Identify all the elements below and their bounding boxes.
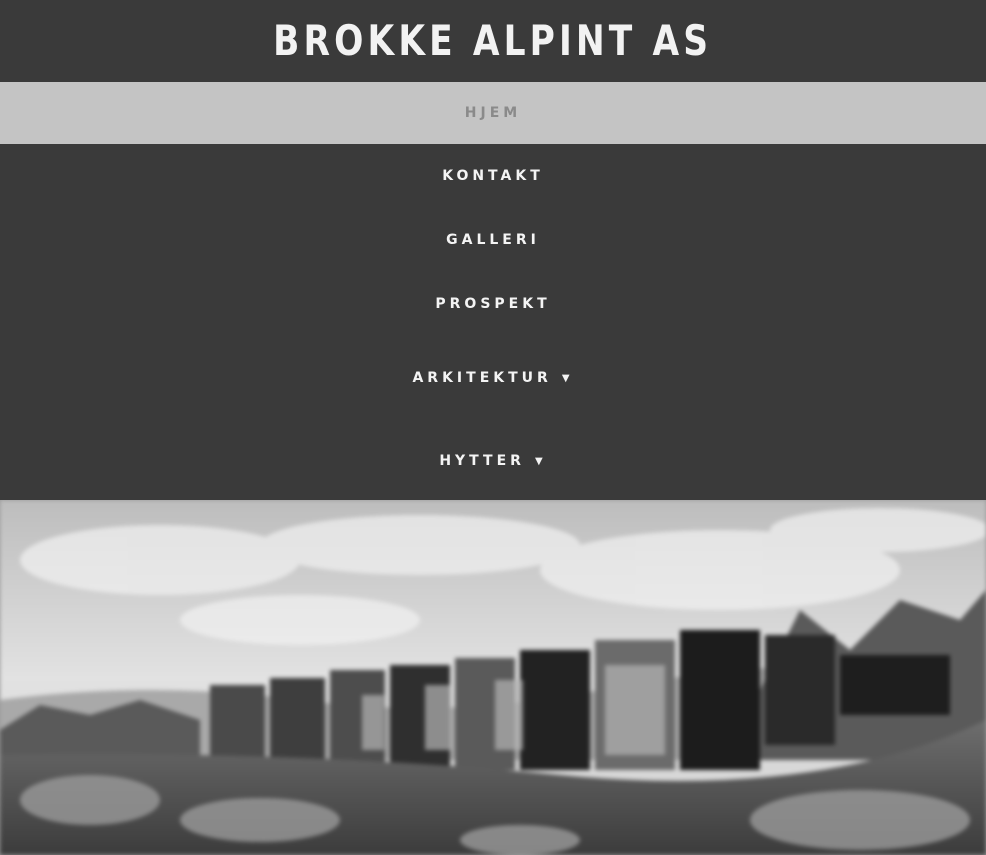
nav-item-label: ARKITEKTUR	[412, 370, 552, 386]
chevron-down-icon: ▼	[561, 372, 574, 384]
nav-item-label: KONTAKT	[442, 168, 544, 184]
hero-photo	[0, 500, 986, 855]
nav-item-arkitektur[interactable]: ARKITEKTUR ▼	[0, 336, 986, 420]
nav-item-label: PROSPEKT	[435, 296, 551, 312]
nav-item-hytter[interactable]: HYTTER ▼	[0, 420, 986, 504]
nav-item-kontakt[interactable]: KONTAKT	[0, 144, 986, 208]
nav-item-label: HYTTER	[439, 453, 525, 469]
nav-item-hjem[interactable]: HJEM	[0, 82, 986, 144]
hero-image	[0, 500, 986, 855]
site-header: BROKKE ALPINT AS	[0, 0, 986, 80]
nav-item-label: GALLERI	[446, 232, 540, 248]
chevron-down-icon: ▼	[534, 455, 547, 467]
site-title[interactable]: BROKKE ALPINT AS	[274, 16, 713, 65]
main-navigation: HJEM KONTAKT GALLERI PROSPEKT ARKITEKTUR…	[0, 82, 986, 504]
nav-item-galleri[interactable]: GALLERI	[0, 208, 986, 272]
nav-item-label: HJEM	[464, 105, 522, 121]
nav-item-prospekt[interactable]: PROSPEKT	[0, 272, 986, 336]
